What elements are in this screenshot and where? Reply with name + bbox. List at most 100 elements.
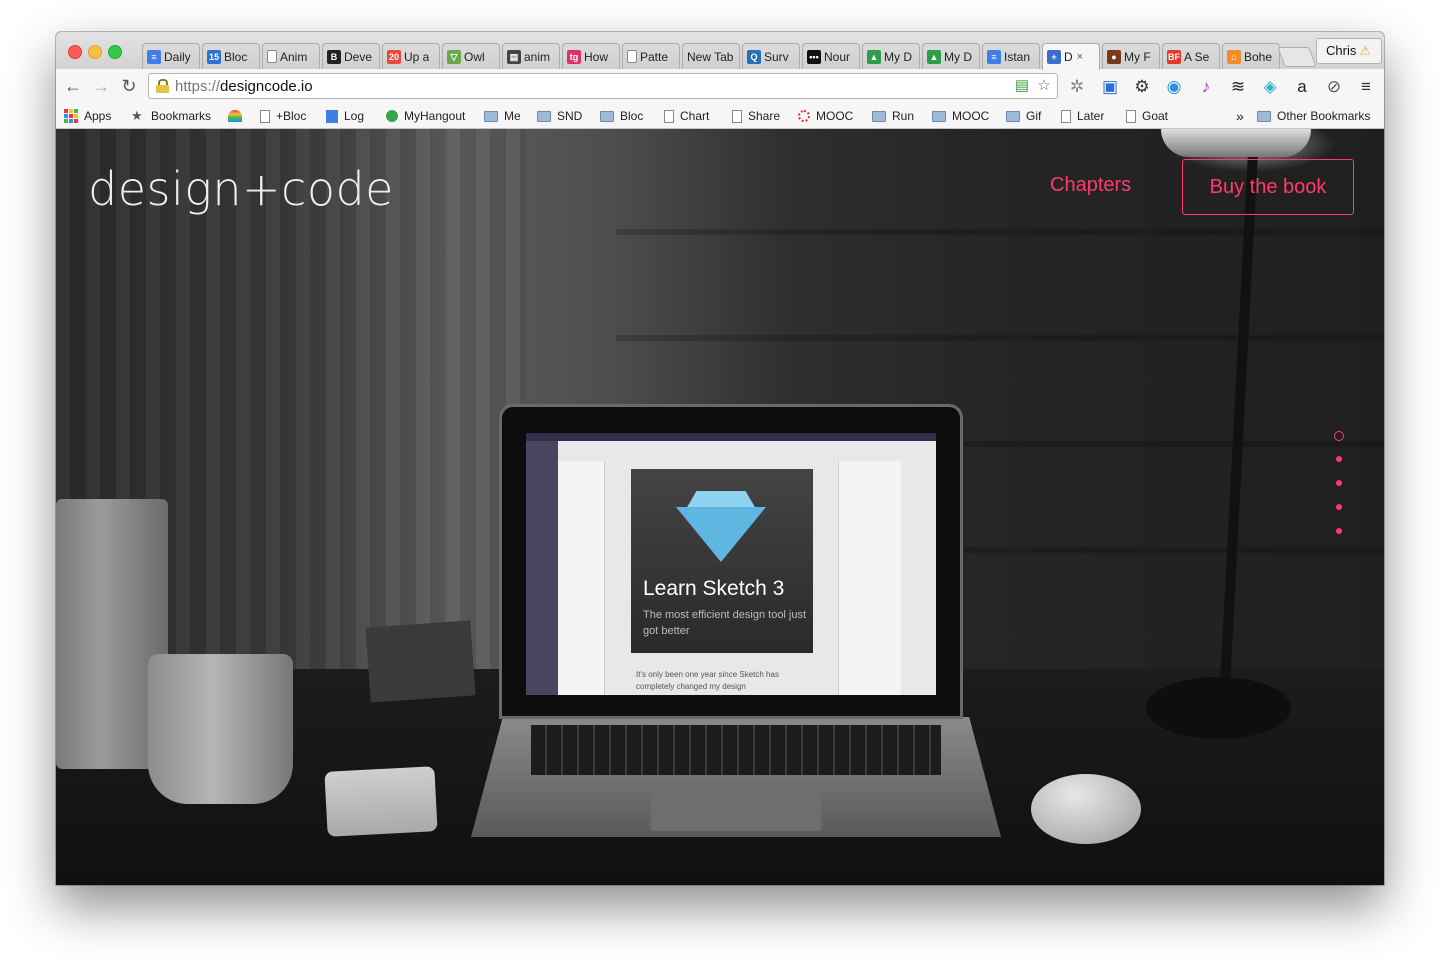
bookmark-item[interactable]: Chart	[664, 107, 709, 125]
buy-book-button[interactable]: Buy the book	[1182, 159, 1354, 215]
tab[interactable]: New Tab	[682, 43, 740, 69]
tab-favicon-icon: •••	[807, 49, 821, 64]
window-minimize-button[interactable]	[88, 45, 102, 59]
tab[interactable]: 15 Bloc	[202, 43, 260, 69]
url-text[interactable]: https://designcode.io	[175, 78, 313, 95]
tab-favicon-icon: 15	[207, 49, 221, 64]
bookmark-item[interactable]: Later	[1061, 107, 1104, 125]
reload-icon[interactable]: ↻	[118, 74, 140, 98]
reader-icon[interactable]: ▤	[1013, 77, 1031, 95]
bookmark-label: SND	[557, 109, 583, 123]
new-tab-button[interactable]	[1277, 47, 1317, 67]
folder-icon	[484, 110, 498, 122]
tab[interactable]: Anim	[262, 43, 320, 69]
extension-refresh-icon[interactable]: ✲	[1066, 76, 1088, 98]
hangout-icon	[386, 110, 398, 122]
tab[interactable]: ▲ My D	[862, 43, 920, 69]
tab[interactable]: tg How	[562, 43, 620, 69]
bookmark-item[interactable]: Share	[732, 107, 780, 125]
section-dot[interactable]	[1334, 431, 1344, 441]
profile-button[interactable]: Chris ⚠	[1316, 38, 1382, 64]
bookmark-label: Share	[748, 109, 781, 123]
tab[interactable]: ● My F	[1102, 43, 1160, 69]
bookmark-item[interactable]: MOOC	[932, 107, 989, 125]
extension-screenshot-icon[interactable]: ▣	[1099, 76, 1121, 98]
menu-icon[interactable]: ≡	[1355, 76, 1377, 98]
address-bar[interactable]: https://designcode.io ▤ ☆	[148, 73, 1058, 99]
bookmark-star-icon[interactable]: ☆	[1035, 77, 1053, 95]
folder-icon	[600, 110, 614, 122]
bookmarks-overflow-button[interactable]: »	[1236, 107, 1244, 125]
bookmark-item[interactable]: Goat	[1126, 107, 1168, 125]
bookmark-item[interactable]: ★ Bookmarks	[131, 107, 211, 125]
screen-layers-panel	[558, 461, 605, 695]
tab[interactable]: + D ×	[1042, 43, 1100, 70]
bookmark-item[interactable]: Run	[872, 107, 914, 125]
star-icon: ★	[131, 108, 143, 123]
section-dot[interactable]	[1336, 504, 1342, 510]
tab-title: My F	[1124, 49, 1151, 64]
tab-close-icon[interactable]: ×	[1077, 51, 1083, 63]
tab[interactable]: Patte	[622, 43, 680, 69]
lamp-base-image	[1146, 677, 1291, 739]
bookmark-label: Me	[504, 109, 521, 123]
folder-icon	[537, 110, 551, 122]
bookmark-label: Gif	[1026, 109, 1042, 123]
extension-layers-icon[interactable]: ≋	[1227, 76, 1249, 98]
tab[interactable]: ••• Nour	[802, 43, 860, 69]
bookmark-item[interactable]: Bloc	[600, 107, 643, 125]
tab[interactable]: ▽ Owl	[442, 43, 500, 69]
bookmark-item[interactable]: +Bloc	[260, 107, 306, 125]
bookmark-item[interactable]	[228, 107, 248, 125]
bookmark-label: Goat	[1142, 109, 1169, 123]
screen-menubar	[526, 433, 936, 441]
tab-favicon-icon: ⌂	[1227, 49, 1241, 64]
tab-favicon-icon: ≡	[987, 49, 1001, 64]
tab[interactable]: ≡ Istan	[982, 43, 1040, 69]
extension-gear-icon[interactable]: ⚙	[1131, 76, 1153, 98]
nav-chapters-link[interactable]: Chapters	[1050, 174, 1131, 197]
tab[interactable]: B Deve	[322, 43, 380, 69]
bookmark-item[interactable]: MyHangout	[386, 107, 465, 125]
extension-music-icon[interactable]: ♪	[1195, 76, 1217, 98]
section-dot[interactable]	[1336, 528, 1342, 534]
tab[interactable]: BF A Se	[1162, 43, 1220, 69]
amazon-icon[interactable]: a	[1291, 76, 1313, 98]
forward-icon[interactable]: →	[90, 74, 112, 98]
tab[interactable]: 20 Up a	[382, 43, 440, 69]
bookmark-label: Run	[892, 109, 915, 123]
tab-favicon-icon: tg	[567, 49, 581, 64]
profile-name: Chris	[1326, 43, 1357, 58]
bookmark-item[interactable]: Me	[484, 107, 521, 125]
tab-title: My D	[884, 49, 912, 64]
lock-icon[interactable]	[156, 79, 169, 93]
bookmark-item[interactable]: Log	[326, 107, 364, 125]
extension-badge-icon[interactable]: ◈	[1259, 76, 1281, 98]
screen-inspector-panel	[838, 461, 901, 695]
tab-favicon-icon: ▲	[867, 49, 881, 64]
bookmark-item[interactable]: SND	[537, 107, 582, 125]
section-dot[interactable]	[1336, 456, 1342, 462]
tab[interactable]: ▤ anim	[502, 43, 560, 69]
tab-favicon-icon: BF	[1167, 49, 1181, 64]
tab[interactable]: Q Surv	[742, 43, 800, 69]
extension-globe-icon[interactable]: ◉	[1163, 76, 1185, 98]
tab[interactable]: ⌂ Bohe	[1222, 43, 1280, 69]
section-dot[interactable]	[1336, 480, 1342, 486]
site-logo[interactable]: design+code	[88, 162, 394, 216]
window-close-button[interactable]	[68, 45, 82, 59]
bookmark-label: Chart	[680, 109, 710, 123]
tab[interactable]: ≡ Daily	[142, 43, 200, 69]
window-maximize-button[interactable]	[108, 45, 122, 59]
tab-favicon-icon: B	[327, 49, 341, 64]
tab-favicon-icon	[267, 50, 277, 63]
extension-compass-icon[interactable]: ⊘	[1323, 76, 1345, 98]
bookmark-item[interactable]: MOOC	[798, 107, 853, 125]
other-bookmarks-folder[interactable]: Other Bookmarks	[1257, 107, 1370, 125]
back-icon[interactable]: ←	[62, 74, 84, 98]
tab[interactable]: ▲ My D	[922, 43, 980, 69]
folder-icon	[932, 110, 946, 122]
bookmark-label: MOOC	[816, 109, 854, 123]
bookmark-item[interactable]: Gif	[1006, 107, 1041, 125]
bookmark-item[interactable]: Apps	[64, 107, 111, 125]
